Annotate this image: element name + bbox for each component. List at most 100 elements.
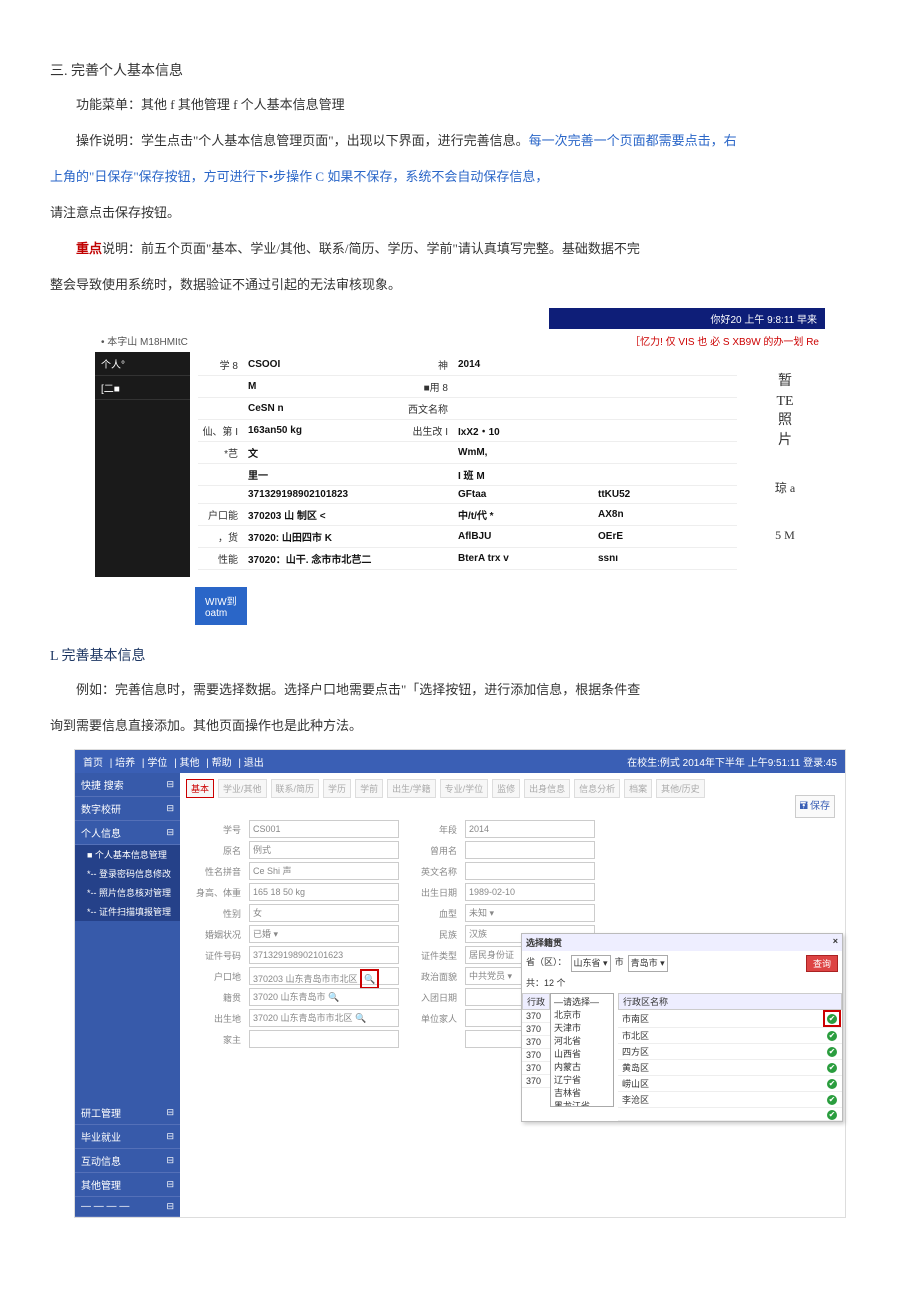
key-strong: 重点 xyxy=(76,241,102,256)
tab-4[interactable]: 学前 xyxy=(355,779,383,798)
province-option[interactable]: 山西省 xyxy=(552,1047,612,1060)
menu-item[interactable]: 其他 xyxy=(179,758,199,769)
ss1-chip[interactable]: WIW到 oatm xyxy=(195,587,247,625)
form-input[interactable]: 例式 xyxy=(249,841,399,859)
left-col-header: 行政 xyxy=(522,993,550,1010)
check-icon[interactable]: ✔ xyxy=(827,1110,837,1120)
province-option[interactable]: 吉林省 xyxy=(552,1086,612,1099)
form-input[interactable]: 1989-02-10 xyxy=(465,883,595,901)
result-row[interactable]: 崂山区✔ xyxy=(618,1076,842,1092)
form-input[interactable]: 165 18 50 kg xyxy=(249,883,399,901)
check-icon[interactable]: ✔ xyxy=(827,1095,837,1105)
province-select[interactable]: 山东省 ▾ xyxy=(571,955,611,972)
query-button[interactable]: 查询 xyxy=(806,955,838,972)
sidebar-sub-item[interactable]: *-- 照片信息核对管理 xyxy=(75,883,180,902)
menu-item[interactable]: 帮助 xyxy=(212,758,232,769)
close-icon[interactable]: × xyxy=(833,936,838,949)
tab-6[interactable]: 专业/学位 xyxy=(440,779,489,798)
form-input[interactable]: CS001 xyxy=(249,820,399,838)
tab-9[interactable]: 信息分析 xyxy=(574,779,620,798)
tab-3[interactable]: 学历 xyxy=(323,779,351,798)
form-input[interactable]: 37020 山东青岛市 🔍 xyxy=(249,988,399,1006)
city-select[interactable]: 青岛市 ▾ xyxy=(628,955,668,972)
province-option[interactable]: 内蒙古 xyxy=(552,1060,612,1073)
result-row[interactable]: 市北区✔ xyxy=(618,1028,842,1044)
form-input[interactable]: Ce Shi 声 xyxy=(249,862,399,880)
sidebar-group[interactable]: 毕业就业⊟ xyxy=(75,1125,180,1149)
chevron-icon: ⊟ xyxy=(166,779,174,790)
tab-11[interactable]: 其他/历史 xyxy=(656,779,705,798)
tab-1[interactable]: 学业/其他 xyxy=(218,779,267,798)
ss1-v3: ssnı xyxy=(598,553,658,564)
ss2-tabs: 基本学业/其他联系/简历学历学前出生/学籍专业/学位监修出身信息信息分析档案其他… xyxy=(186,779,839,802)
form-input[interactable] xyxy=(465,841,595,859)
ss1-sidebar-a[interactable]: 个人° xyxy=(95,352,190,376)
result-name: 市南区 xyxy=(618,1011,822,1026)
tab-10[interactable]: 档案 xyxy=(624,779,652,798)
sidebar-group[interactable]: 个人信息⊟ xyxy=(75,821,180,845)
para-desc-2a: 上角的" xyxy=(50,169,94,184)
ss1-photo-placeholder: 暂 TE 照 片 xyxy=(745,372,825,450)
form-input[interactable] xyxy=(249,1030,399,1048)
form-input[interactable]: 2014 xyxy=(465,820,595,838)
code-cell: 370 xyxy=(522,1036,550,1049)
result-row[interactable]: 黄岛区✔ xyxy=(618,1060,842,1076)
province-option[interactable]: 河北省 xyxy=(552,1034,612,1047)
check-icon[interactable]: ✔ xyxy=(827,1031,837,1041)
sidebar-group[interactable]: 研工管理⊟ xyxy=(75,1101,180,1125)
ss2-menubar-left: 首页 | 培养 | 学位 | 其他 | 帮助 | 退出 xyxy=(83,754,268,769)
ss1-v2: AflBJU xyxy=(458,531,538,542)
form-label: 婚姻状况 xyxy=(186,928,241,941)
form-label: 原名 xyxy=(186,844,241,857)
ss1-v2: IxX2・10 xyxy=(458,423,538,438)
form-input[interactable]: 女 xyxy=(249,904,399,922)
form-input[interactable]: 已婚 ▾ xyxy=(249,925,399,943)
form-input[interactable]: 37020 山东青岛市市北区 🔍 xyxy=(249,1009,399,1027)
result-row[interactable]: ✔ xyxy=(618,1108,842,1121)
province-option[interactable]: 辽宁省 xyxy=(552,1073,612,1086)
sidebar-group[interactable]: 互动信息⊟ xyxy=(75,1149,180,1173)
sidebar-group[interactable]: 快捷 搜索⊟ xyxy=(75,773,180,797)
check-icon[interactable]: ✔ xyxy=(827,1063,837,1073)
province-option[interactable]: —请选择— xyxy=(552,995,612,1008)
sidebar-sub-item[interactable]: *-- 登录密码信息修改 xyxy=(75,864,180,883)
code-cell: 370 xyxy=(522,1010,550,1023)
menu-item[interactable]: 学位 xyxy=(147,758,167,769)
menu-item[interactable]: 培养 xyxy=(115,758,135,769)
sidebar-group[interactable]: 其他管理⊟ xyxy=(75,1173,180,1197)
tab-8[interactable]: 出身信息 xyxy=(524,779,570,798)
result-row[interactable]: 四方区✔ xyxy=(618,1044,842,1060)
sidebar-group[interactable]: — — — —⊟ xyxy=(75,1197,180,1217)
ss1-sidebar-b[interactable]: [二■ xyxy=(95,376,190,400)
form-input[interactable]: 371329198902101623 xyxy=(249,946,399,964)
province-dropdown[interactable]: —请选择—北京市天津市河北省山西省内蒙古辽宁省吉林省黑龙江省上海市江苏省浙江省安… xyxy=(550,993,614,1107)
result-row[interactable]: 李沧区✔ xyxy=(618,1092,842,1108)
ss1-v3: AX8n xyxy=(598,509,658,520)
sidebar-sub-item[interactable]: ■ 个人基本信息管理 xyxy=(75,845,180,864)
result-row[interactable]: 市南区 ✔ xyxy=(618,1010,842,1028)
tab-0[interactable]: 基本 xyxy=(186,779,214,798)
menu-item[interactable]: 退出 xyxy=(244,758,264,769)
province-option[interactable]: 天津市 xyxy=(552,1021,612,1034)
form-input[interactable] xyxy=(465,862,595,880)
tab-2[interactable]: 联系/简历 xyxy=(271,779,320,798)
ss1-l1: 学 8 xyxy=(198,357,238,372)
check-icon: ✔ xyxy=(827,1014,837,1024)
ss1-v1: 37020：山干. 念市市北芑二 xyxy=(248,551,398,566)
sidebar-group[interactable]: 数字校研⊟ xyxy=(75,797,180,821)
form-input[interactable]: 未知 ▾ xyxy=(465,904,595,922)
tab-5[interactable]: 出生/学籍 xyxy=(387,779,436,798)
form-input[interactable]: 370203 山东青岛市市北区 🔍 xyxy=(249,967,399,985)
province-option[interactable]: 黑龙江省 xyxy=(552,1099,612,1107)
check-icon[interactable]: ✔ xyxy=(827,1047,837,1057)
select-icon[interactable]: ✔ xyxy=(823,1010,841,1027)
sidebar-sub-item[interactable]: *-- 证件扫描填报管理 xyxy=(75,902,180,921)
save-button[interactable]: 🖬保存 xyxy=(795,795,836,818)
menu-item[interactable]: 首页 xyxy=(83,758,103,769)
ss1-header: 你好20 上午 9:8:11 早来 xyxy=(549,308,825,329)
form-label: 学号 xyxy=(186,823,241,836)
search-icon[interactable]: 🔍 xyxy=(360,969,379,989)
check-icon[interactable]: ✔ xyxy=(827,1079,837,1089)
province-option[interactable]: 北京市 xyxy=(552,1008,612,1021)
tab-7[interactable]: 监修 xyxy=(492,779,520,798)
